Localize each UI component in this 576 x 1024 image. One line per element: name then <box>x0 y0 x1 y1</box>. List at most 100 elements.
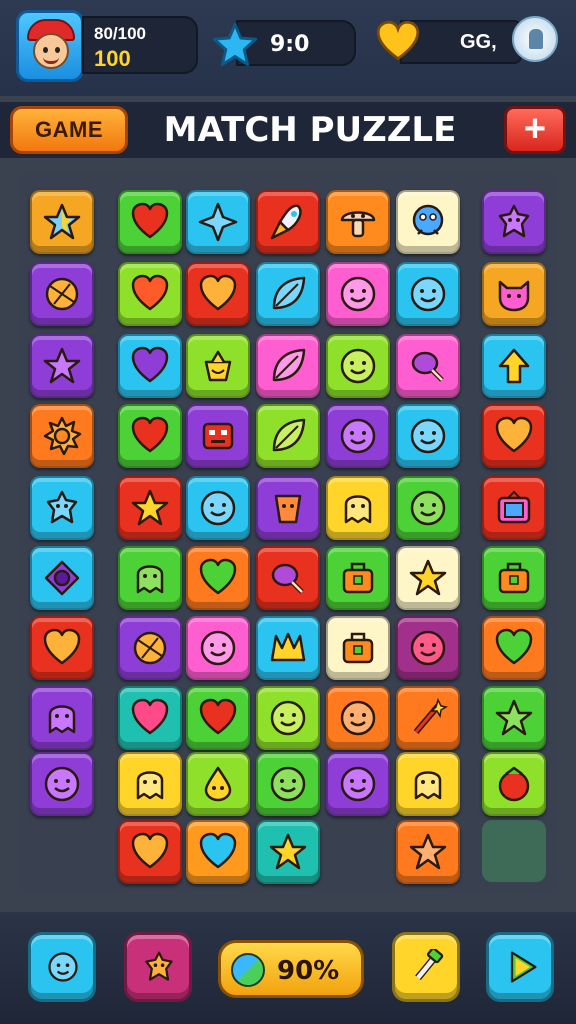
tile-ghost[interactable] <box>118 752 182 816</box>
tile-smiley[interactable] <box>186 616 250 680</box>
play-button[interactable] <box>486 932 554 1002</box>
smiley-icon <box>200 490 236 526</box>
tile-ball[interactable] <box>118 616 182 680</box>
heart-icon <box>495 416 533 453</box>
tile-smiley[interactable] <box>396 616 460 680</box>
tile-creature[interactable] <box>30 476 94 540</box>
heart-icon <box>199 274 237 311</box>
tile-heart[interactable] <box>186 546 250 610</box>
tile-berry[interactable] <box>482 752 546 816</box>
mushroom-icon <box>340 211 376 238</box>
coin-count: 100 <box>94 46 131 71</box>
tile-heart[interactable] <box>186 262 250 326</box>
heart-icon <box>495 628 533 665</box>
tile-star[interactable] <box>482 686 546 750</box>
tile-heart[interactable] <box>118 404 182 468</box>
tile-star[interactable] <box>396 820 460 884</box>
tile-leaf[interactable] <box>256 334 320 398</box>
ghost-icon <box>136 771 164 800</box>
tile-smiley[interactable] <box>326 686 390 750</box>
tile-robot[interactable] <box>186 404 250 468</box>
tile-smiley[interactable] <box>326 262 390 326</box>
rainbow-star-icon <box>43 203 81 240</box>
tile-smiley[interactable] <box>326 334 390 398</box>
tile-heart[interactable] <box>118 262 182 326</box>
tile-heart[interactable] <box>118 334 182 398</box>
tile-crown[interactable] <box>256 616 320 680</box>
tile-cup[interactable] <box>256 476 320 540</box>
hint-face-button[interactable] <box>28 932 96 1002</box>
ghost-icon <box>414 771 442 800</box>
tile-wand[interactable] <box>396 686 460 750</box>
tile-star[interactable] <box>30 334 94 398</box>
add-button[interactable]: + <box>504 106 566 154</box>
ball-icon <box>45 277 79 311</box>
tile-smiley[interactable] <box>186 476 250 540</box>
tile-bag[interactable] <box>482 546 546 610</box>
heart-icon <box>43 628 81 665</box>
tile-arrow[interactable] <box>482 334 546 398</box>
tile-mushroom[interactable] <box>326 190 390 254</box>
tile-smiley[interactable] <box>326 752 390 816</box>
tile-drumstick[interactable] <box>256 546 320 610</box>
shield-mark <box>529 29 543 49</box>
tile-smiley[interactable] <box>256 686 320 750</box>
tile-creature[interactable] <box>482 190 546 254</box>
tile-sparkle[interactable] <box>186 190 250 254</box>
tile-leaf[interactable] <box>256 262 320 326</box>
tile-star[interactable] <box>256 820 320 884</box>
smiley-icon <box>410 490 446 526</box>
tile-eye[interactable] <box>30 546 94 610</box>
tile-heart[interactable] <box>118 686 182 750</box>
score-value: 9:0 <box>270 32 310 57</box>
leaf-icon <box>272 348 306 382</box>
shield-icon[interactable] <box>512 16 558 62</box>
swap-creature-button[interactable] <box>124 932 192 1002</box>
bag-icon <box>498 562 530 594</box>
tile-ghost[interactable] <box>326 476 390 540</box>
tile-heart[interactable] <box>186 686 250 750</box>
smiley-icon <box>340 700 376 736</box>
tile-ghost[interactable] <box>118 546 182 610</box>
tile-heart[interactable] <box>482 404 546 468</box>
avatar[interactable] <box>16 10 84 82</box>
hammer-button[interactable] <box>392 932 460 1002</box>
smiley-icon <box>44 766 80 802</box>
tile-star[interactable] <box>118 476 182 540</box>
tile-monster[interactable] <box>396 190 460 254</box>
tile-drop[interactable] <box>186 752 250 816</box>
tile-smiley[interactable] <box>326 404 390 468</box>
tile-smiley[interactable] <box>396 404 460 468</box>
tile-smiley[interactable] <box>396 476 460 540</box>
tile-sun[interactable] <box>30 404 94 468</box>
tile-ball[interactable] <box>30 262 94 326</box>
tile-smiley[interactable] <box>256 752 320 816</box>
tile-rainbow-star[interactable] <box>30 190 94 254</box>
tile-heart[interactable] <box>30 616 94 680</box>
tile-smiley[interactable] <box>30 752 94 816</box>
heart-icon <box>131 202 169 239</box>
leaf-icon <box>272 418 306 452</box>
tile-bag[interactable] <box>326 616 390 680</box>
tile-ghost[interactable] <box>396 752 460 816</box>
tile-drumstick[interactable] <box>396 334 460 398</box>
game-button[interactable]: GAME <box>10 106 128 154</box>
star-icon <box>43 347 81 384</box>
tile-ghost[interactable] <box>30 686 94 750</box>
tile-star[interactable] <box>396 546 460 610</box>
tile-smiley[interactable] <box>396 262 460 326</box>
progress-button[interactable]: 90% <box>218 940 364 998</box>
tile-rocket[interactable] <box>256 190 320 254</box>
heart-icon <box>199 698 237 735</box>
tile-leaf[interactable] <box>256 404 320 468</box>
tile-tv[interactable] <box>482 476 546 540</box>
xp-panel: 80/100 100 <box>82 16 198 74</box>
tile-heart[interactable] <box>118 190 182 254</box>
tile-heart[interactable] <box>118 820 182 884</box>
drumstick-icon <box>411 351 444 382</box>
tile-bag[interactable] <box>326 546 390 610</box>
tile-pot[interactable] <box>186 334 250 398</box>
tile-heart[interactable] <box>186 820 250 884</box>
tile-heart[interactable] <box>482 616 546 680</box>
tile-cat[interactable] <box>482 262 546 326</box>
